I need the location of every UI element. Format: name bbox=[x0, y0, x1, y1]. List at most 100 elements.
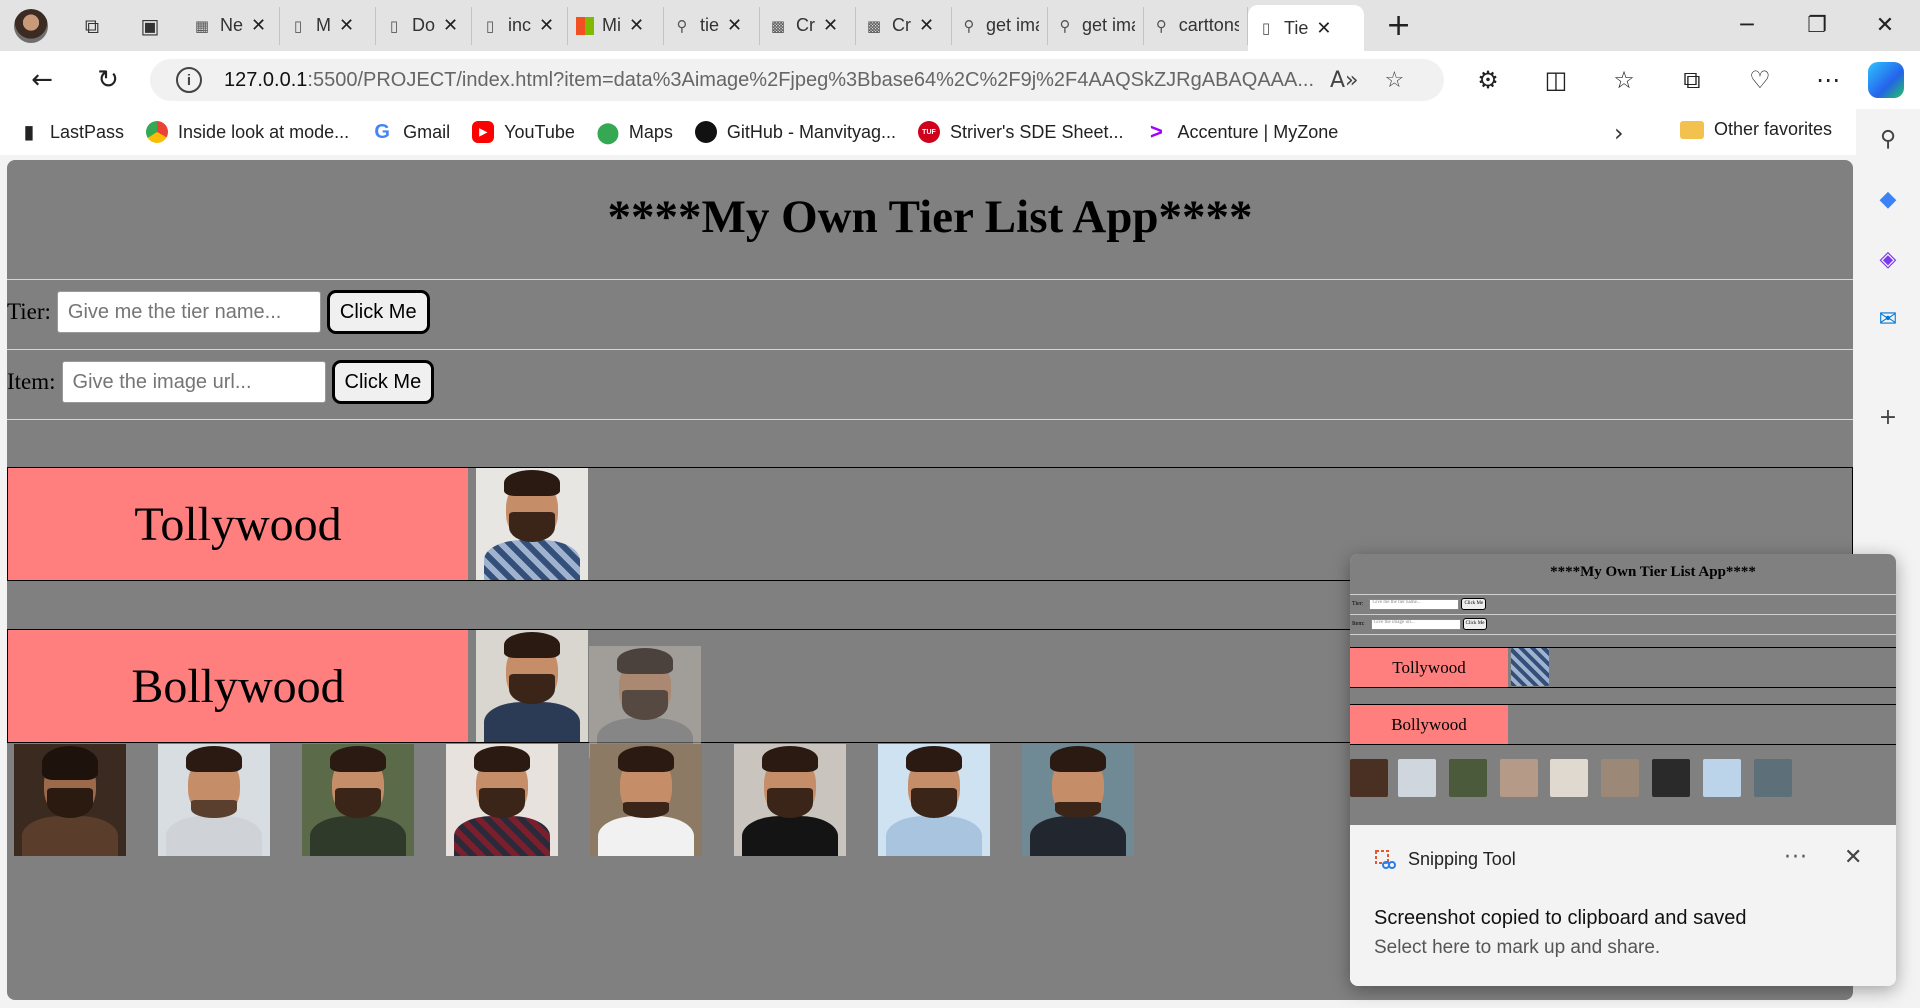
preview-item bbox=[1550, 759, 1588, 797]
tier-item-image[interactable] bbox=[476, 630, 588, 742]
close-icon[interactable]: ✕ bbox=[443, 15, 458, 36]
address-bar[interactable]: i 127.0.0.1:5500/PROJECT/index.html?item… bbox=[150, 59, 1444, 101]
new-tab-button[interactable]: + bbox=[1386, 8, 1411, 43]
search-icon: ⚲ bbox=[676, 16, 688, 35]
favorite-star-icon[interactable]: ☆ bbox=[1385, 68, 1405, 93]
tab-list: ▦ Ne ✕ ▯ M ✕ ▯ Do ✕ ▯ inc ✕ Mi ✕ ⚲ tie ✕ ▩ Cr ✕ ▩ Cr ✕ … bbox=[184, 0, 1364, 51]
search-icon: ⚲ bbox=[963, 16, 975, 35]
more-menu-icon[interactable]: ⋯ bbox=[1808, 60, 1848, 100]
copilot-icon[interactable] bbox=[1868, 62, 1904, 98]
bookmark-github[interactable]: GitHub - Manvityag... bbox=[694, 121, 896, 143]
tab-1[interactable]: ▯ M ✕ bbox=[280, 6, 376, 45]
tier-name-input[interactable] bbox=[56, 291, 321, 333]
outlook-icon[interactable]: ✉ bbox=[1872, 303, 1904, 335]
preview-item bbox=[1500, 759, 1538, 797]
snipping-tool-icon bbox=[1375, 850, 1396, 869]
site-info-icon[interactable]: i bbox=[176, 67, 202, 93]
preview-item bbox=[1703, 759, 1741, 797]
tab-actions-icon[interactable]: ▣ bbox=[136, 12, 164, 40]
item-image[interactable] bbox=[590, 744, 702, 856]
tab-8[interactable]: ⚲get ima bbox=[952, 6, 1048, 45]
preview-tier-name: Tollywood bbox=[1350, 648, 1508, 687]
dragging-item-image[interactable] bbox=[589, 646, 701, 758]
tab-9[interactable]: ⚲get ima bbox=[1048, 6, 1144, 45]
google-icon: G bbox=[374, 120, 390, 143]
close-icon[interactable]: ✕ bbox=[339, 15, 354, 36]
tab-3[interactable]: ▯ inc ✕ bbox=[472, 6, 568, 45]
lastpass-icon: ▮ bbox=[24, 121, 34, 142]
profile-avatar[interactable] bbox=[14, 8, 48, 43]
screenshot-preview[interactable]: ****My Own Tier List App**** Tier: Give m… bbox=[1350, 554, 1896, 825]
item-image[interactable] bbox=[734, 744, 846, 856]
preview-title: ****My Own Tier List App**** bbox=[1550, 564, 1756, 580]
snipping-tool-notification[interactable]: ****My Own Tier List App**** Tier: Give m… bbox=[1350, 554, 1896, 986]
more-options-icon[interactable]: ··· bbox=[1784, 845, 1808, 870]
tab-7[interactable]: ▩ Cr ✕ bbox=[856, 6, 952, 45]
bookmark-gmail[interactable]: G Gmail bbox=[371, 121, 450, 143]
image-url-input[interactable] bbox=[61, 361, 326, 403]
shopping-tag-icon[interactable]: ◆ bbox=[1872, 183, 1904, 215]
add-sidebar-app-icon[interactable]: + bbox=[1872, 401, 1904, 433]
close-window-button[interactable]: ✕ bbox=[1850, 0, 1920, 51]
close-icon[interactable]: ✕ bbox=[727, 15, 742, 36]
bookmark-inside-look[interactable]: Inside look at mode... bbox=[146, 121, 349, 143]
browser-essentials-icon[interactable]: ♡ bbox=[1740, 60, 1780, 100]
accenture-icon: > bbox=[1150, 119, 1163, 144]
tab-5[interactable]: ⚲ tie ✕ bbox=[664, 6, 760, 45]
chevron-right-icon[interactable]: › bbox=[1614, 119, 1624, 147]
add-item-button[interactable]: Click Me bbox=[331, 360, 435, 404]
tab-10[interactable]: ⚲ carttons bbox=[1144, 6, 1248, 45]
search-icon[interactable]: ⚲ bbox=[1872, 123, 1904, 155]
favorites-icon[interactable]: ☆ bbox=[1604, 60, 1644, 100]
navigation-bar: ← ↻ i 127.0.0.1:5500/PROJECT/index.html?… bbox=[0, 51, 1920, 109]
url-text[interactable]: 127.0.0.1:5500/PROJECT/index.html?item=d… bbox=[224, 69, 1314, 92]
toast-subline: Select here to mark up and share. bbox=[1374, 937, 1661, 958]
close-icon[interactable]: ✕ bbox=[629, 15, 644, 36]
minimize-button[interactable]: ─ bbox=[1712, 0, 1782, 51]
read-aloud-icon[interactable]: A» bbox=[1330, 68, 1359, 93]
toast-body[interactable]: Snipping Tool ··· ✕ Screenshot copied to… bbox=[1350, 825, 1896, 986]
preview-tier-form: Tier: Give me the tier name... Click Me bbox=[1352, 597, 1487, 611]
back-button[interactable]: ← bbox=[22, 60, 62, 100]
restore-button[interactable]: ❐ bbox=[1782, 0, 1852, 51]
extensions-icon[interactable]: ⚙ bbox=[1468, 60, 1508, 100]
tab-11-active[interactable]: ▯ Tie ✕ bbox=[1248, 5, 1364, 51]
preview-tier-name: Bollywood bbox=[1350, 705, 1508, 744]
item-image[interactable] bbox=[878, 744, 990, 856]
bookmark-maps[interactable]: ⬤ Maps bbox=[597, 121, 673, 144]
github-icon bbox=[694, 121, 717, 143]
item-image[interactable] bbox=[158, 744, 270, 856]
add-tier-button[interactable]: Click Me bbox=[326, 290, 430, 334]
page-icon: ▯ bbox=[1261, 19, 1271, 37]
item-image[interactable] bbox=[302, 744, 414, 856]
close-icon[interactable]: ✕ bbox=[251, 15, 266, 36]
item-image[interactable] bbox=[14, 744, 126, 856]
other-favorites[interactable]: Other favorites bbox=[1680, 119, 1832, 140]
tier-item-image[interactable] bbox=[476, 468, 588, 580]
tier-form: Tier: Click Me bbox=[7, 289, 430, 335]
image-icon: ▩ bbox=[866, 16, 882, 35]
split-screen-icon[interactable]: ◫ bbox=[1536, 60, 1576, 100]
tab-strip: ⧉ ▣ ▦ Ne ✕ ▯ M ✕ ▯ Do ✕ ▯ inc ✕ Mi ✕ ⚲ tie ✕ ▩ Cr ✕ ▩… bbox=[0, 0, 1920, 51]
close-icon[interactable]: ✕ bbox=[1316, 18, 1331, 39]
tab-0[interactable]: ▦ Ne ✕ bbox=[184, 6, 280, 45]
page-title: ****My Own Tier List App**** bbox=[607, 191, 1253, 243]
tab-6[interactable]: ▩ Cr ✕ bbox=[760, 6, 856, 45]
bookmark-youtube[interactable]: ▶ YouTube bbox=[472, 121, 575, 143]
tab-4[interactable]: Mi ✕ bbox=[568, 6, 664, 45]
m365-icon[interactable]: ◈ bbox=[1872, 243, 1904, 275]
workspaces-icon[interactable]: ⧉ bbox=[78, 12, 106, 40]
close-icon[interactable]: ✕ bbox=[539, 15, 554, 36]
close-icon[interactable]: ✕ bbox=[1844, 845, 1862, 870]
bookmark-accenture[interactable]: > Accenture | MyZone bbox=[1145, 119, 1338, 144]
calendar-icon: ▦ bbox=[194, 16, 210, 35]
bookmark-striver[interactable]: TUF Striver's SDE Sheet... bbox=[917, 121, 1123, 143]
bookmark-lastpass[interactable]: ▮ LastPass bbox=[18, 121, 124, 143]
close-icon[interactable]: ✕ bbox=[919, 15, 934, 36]
item-image[interactable] bbox=[1022, 744, 1134, 856]
item-image[interactable] bbox=[446, 744, 558, 856]
close-icon[interactable]: ✕ bbox=[823, 15, 838, 36]
collections-icon[interactable]: ⧉ bbox=[1672, 60, 1712, 100]
reload-button[interactable]: ↻ bbox=[88, 60, 128, 100]
tab-2[interactable]: ▯ Do ✕ bbox=[376, 6, 472, 45]
